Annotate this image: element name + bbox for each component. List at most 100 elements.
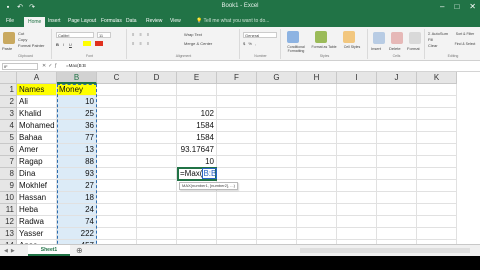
cell-c10[interactable]: [97, 192, 137, 204]
cell-j12[interactable]: [377, 216, 417, 228]
cell-e3[interactable]: 102: [177, 108, 217, 120]
wrap-text-button[interactable]: Wrap Text: [184, 32, 202, 37]
cell-k6[interactable]: [417, 144, 457, 156]
cell-d3[interactable]: [137, 108, 177, 120]
cell-i3[interactable]: [337, 108, 377, 120]
cell-k9[interactable]: [417, 180, 457, 192]
cell-j5[interactable]: [377, 132, 417, 144]
row-header-4[interactable]: 4: [0, 120, 17, 132]
paste-button[interactable]: Paste: [2, 46, 12, 51]
format-painter-button[interactable]: Format Painter: [18, 43, 44, 48]
sheet-tab-sheet1[interactable]: Sheet1: [28, 245, 70, 256]
font-color-icon[interactable]: [95, 41, 103, 46]
cell-h5[interactable]: [297, 132, 337, 144]
cell-f12[interactable]: [217, 216, 257, 228]
row-header-13[interactable]: 13: [0, 228, 17, 240]
cell-k5[interactable]: [417, 132, 457, 144]
worksheet-grid[interactable]: A B C D E F G H I J K 1 Names Money 2 Ali 10 3 Khalid 25 102…: [0, 72, 480, 244]
column-header-i[interactable]: I: [337, 72, 377, 84]
cell-b6[interactable]: 13: [57, 144, 97, 156]
cell-a4[interactable]: Mohamed: [17, 120, 57, 132]
cell-e5[interactable]: 1584: [177, 132, 217, 144]
cell-d5[interactable]: [137, 132, 177, 144]
row-header-9[interactable]: 9: [0, 180, 17, 192]
number-format-select[interactable]: General: [243, 32, 277, 38]
row-header-1[interactable]: 1: [0, 84, 17, 96]
cell-k3[interactable]: [417, 108, 457, 120]
cell-c6[interactable]: [97, 144, 137, 156]
cell-a10[interactable]: Hassan: [17, 192, 57, 204]
cell-i6[interactable]: [337, 144, 377, 156]
column-header-j[interactable]: J: [377, 72, 417, 84]
conditional-formatting-button[interactable]: Conditional Formatting: [282, 45, 310, 53]
cell-e13[interactable]: [177, 228, 217, 240]
cell-h8[interactable]: [297, 168, 337, 180]
cell-d11[interactable]: [137, 204, 177, 216]
insert-button[interactable]: Insert: [371, 46, 381, 51]
cell-g6[interactable]: [257, 144, 297, 156]
formula-input[interactable]: =Max(B:B: [66, 63, 86, 68]
cell-k13[interactable]: [417, 228, 457, 240]
cell-d10[interactable]: [137, 192, 177, 204]
cell-j13[interactable]: [377, 228, 417, 240]
column-header-d[interactable]: D: [137, 72, 177, 84]
cell-g11[interactable]: [257, 204, 297, 216]
cell-a3[interactable]: Khalid: [17, 108, 57, 120]
row-header-8[interactable]: 8: [0, 168, 17, 180]
column-header-f[interactable]: F: [217, 72, 257, 84]
cell-c9[interactable]: [97, 180, 137, 192]
restore-button[interactable]: □: [454, 2, 459, 11]
close-button[interactable]: ✕: [469, 2, 476, 11]
cell-c13[interactable]: [97, 228, 137, 240]
format-as-table-icon[interactable]: [315, 31, 327, 43]
cell-f8[interactable]: [217, 168, 257, 180]
cell-a11[interactable]: Heba: [17, 204, 57, 216]
cell-b11[interactable]: 24: [57, 204, 97, 216]
cell-h11[interactable]: [297, 204, 337, 216]
cell-k12[interactable]: [417, 216, 457, 228]
cell-g3[interactable]: [257, 108, 297, 120]
cell-i10[interactable]: [337, 192, 377, 204]
cell-f3[interactable]: [217, 108, 257, 120]
cell-k1[interactable]: [417, 84, 457, 96]
cell-c2[interactable]: [97, 96, 137, 108]
column-header-h[interactable]: H: [297, 72, 337, 84]
cell-i12[interactable]: [337, 216, 377, 228]
cell-b5[interactable]: 77: [57, 132, 97, 144]
row-header-2[interactable]: 2: [0, 96, 17, 108]
cell-d1[interactable]: [137, 84, 177, 96]
find-select-button[interactable]: Find & Select: [453, 42, 477, 46]
cell-c3[interactable]: [97, 108, 137, 120]
cell-d4[interactable]: [137, 120, 177, 132]
cell-d13[interactable]: [137, 228, 177, 240]
cell-c11[interactable]: [97, 204, 137, 216]
column-header-a[interactable]: A: [17, 72, 57, 84]
cell-h2[interactable]: [297, 96, 337, 108]
column-header-g[interactable]: G: [257, 72, 297, 84]
column-header-e[interactable]: E: [177, 72, 217, 84]
number-format-icons[interactable]: $ % ,: [243, 41, 257, 46]
cell-h3[interactable]: [297, 108, 337, 120]
cell-d6[interactable]: [137, 144, 177, 156]
delete-button[interactable]: Delete: [389, 46, 401, 51]
clear-button[interactable]: Clear: [428, 43, 438, 48]
cell-b13[interactable]: 222: [57, 228, 97, 240]
delete-cells-icon[interactable]: [391, 32, 403, 44]
cell-styles-button[interactable]: Cell Styles: [338, 45, 366, 49]
tell-me-box[interactable]: 💡 Tell me what you want to do...: [196, 18, 269, 24]
cell-b1[interactable]: Money: [57, 84, 97, 96]
cell-g1[interactable]: [257, 84, 297, 96]
cell-d2[interactable]: [137, 96, 177, 108]
cell-j11[interactable]: [377, 204, 417, 216]
cell-g9[interactable]: [257, 180, 297, 192]
row-header-5[interactable]: 5: [0, 132, 17, 144]
cell-a8[interactable]: Dina: [17, 168, 57, 180]
cell-e11[interactable]: [177, 204, 217, 216]
cell-i9[interactable]: [337, 180, 377, 192]
underline-button[interactable]: U: [69, 42, 72, 47]
sort-filter-button[interactable]: Sort & Filter: [453, 32, 477, 36]
add-sheet-icon[interactable]: ⊕: [76, 246, 83, 255]
cell-a12[interactable]: Radwa: [17, 216, 57, 228]
cell-g5[interactable]: [257, 132, 297, 144]
font-size-select[interactable]: 11: [97, 32, 111, 38]
